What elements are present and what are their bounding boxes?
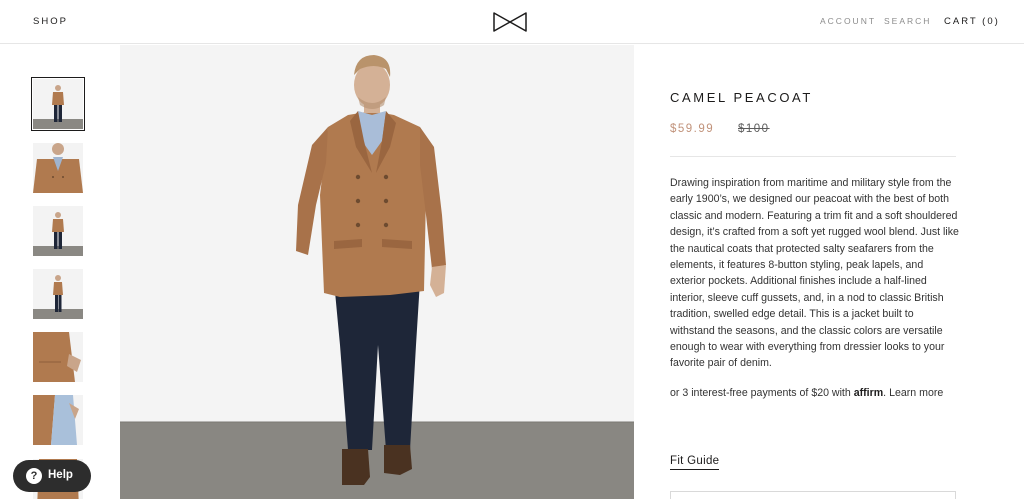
learn-more-link[interactable]: Learn more — [889, 387, 943, 399]
site-header: SHOP ACCOUNT SEARCH CART (0) — [0, 0, 1024, 44]
help-label: Help — [48, 469, 73, 481]
main-product-image[interactable] — [120, 45, 634, 499]
nav-cart-link[interactable]: CART (0) — [944, 16, 1000, 27]
variant-selector[interactable] — [670, 491, 956, 499]
help-button[interactable]: ? Help — [13, 460, 91, 492]
nav-search-link[interactable]: SEARCH — [884, 16, 931, 26]
compare-price: $100 — [738, 123, 770, 135]
affirm-prefix: or 3 interest-free payments of $20 with — [670, 386, 851, 399]
affirm-message: or 3 interest-free payments of $20 with … — [670, 385, 960, 401]
thumbnail-coat-closeup[interactable] — [33, 143, 83, 193]
affirm-suffix: . — [883, 386, 887, 399]
thumbnail-full-body-front[interactable] — [31, 77, 85, 131]
sale-price: $59.99 — [670, 123, 715, 135]
bowtie-logo-icon[interactable] — [492, 11, 528, 33]
nav-shop-link[interactable]: SHOP — [33, 16, 68, 27]
thumbnail-lining-detail[interactable] — [33, 395, 83, 445]
product-title: CAMEL PEACOAT — [670, 90, 813, 105]
thumbnail-pocket-detail[interactable] — [33, 332, 83, 382]
fit-guide-link[interactable]: Fit Guide — [670, 455, 720, 470]
nav-account-link[interactable]: ACCOUNT — [820, 16, 876, 26]
price-row: $59.99 $100 — [670, 123, 960, 139]
product-info: CAMEL PEACOAT $59.99 $100 Drawing inspir… — [670, 90, 960, 401]
product-description: Drawing inspiration from maritime and mi… — [670, 177, 959, 370]
thumbnail-full-body-side[interactable] — [33, 269, 83, 319]
question-icon: ? — [26, 468, 42, 484]
divider — [670, 156, 956, 157]
affirm-logo-icon: affirm — [853, 386, 884, 399]
thumbnail-full-body-front-2[interactable] — [33, 206, 83, 256]
